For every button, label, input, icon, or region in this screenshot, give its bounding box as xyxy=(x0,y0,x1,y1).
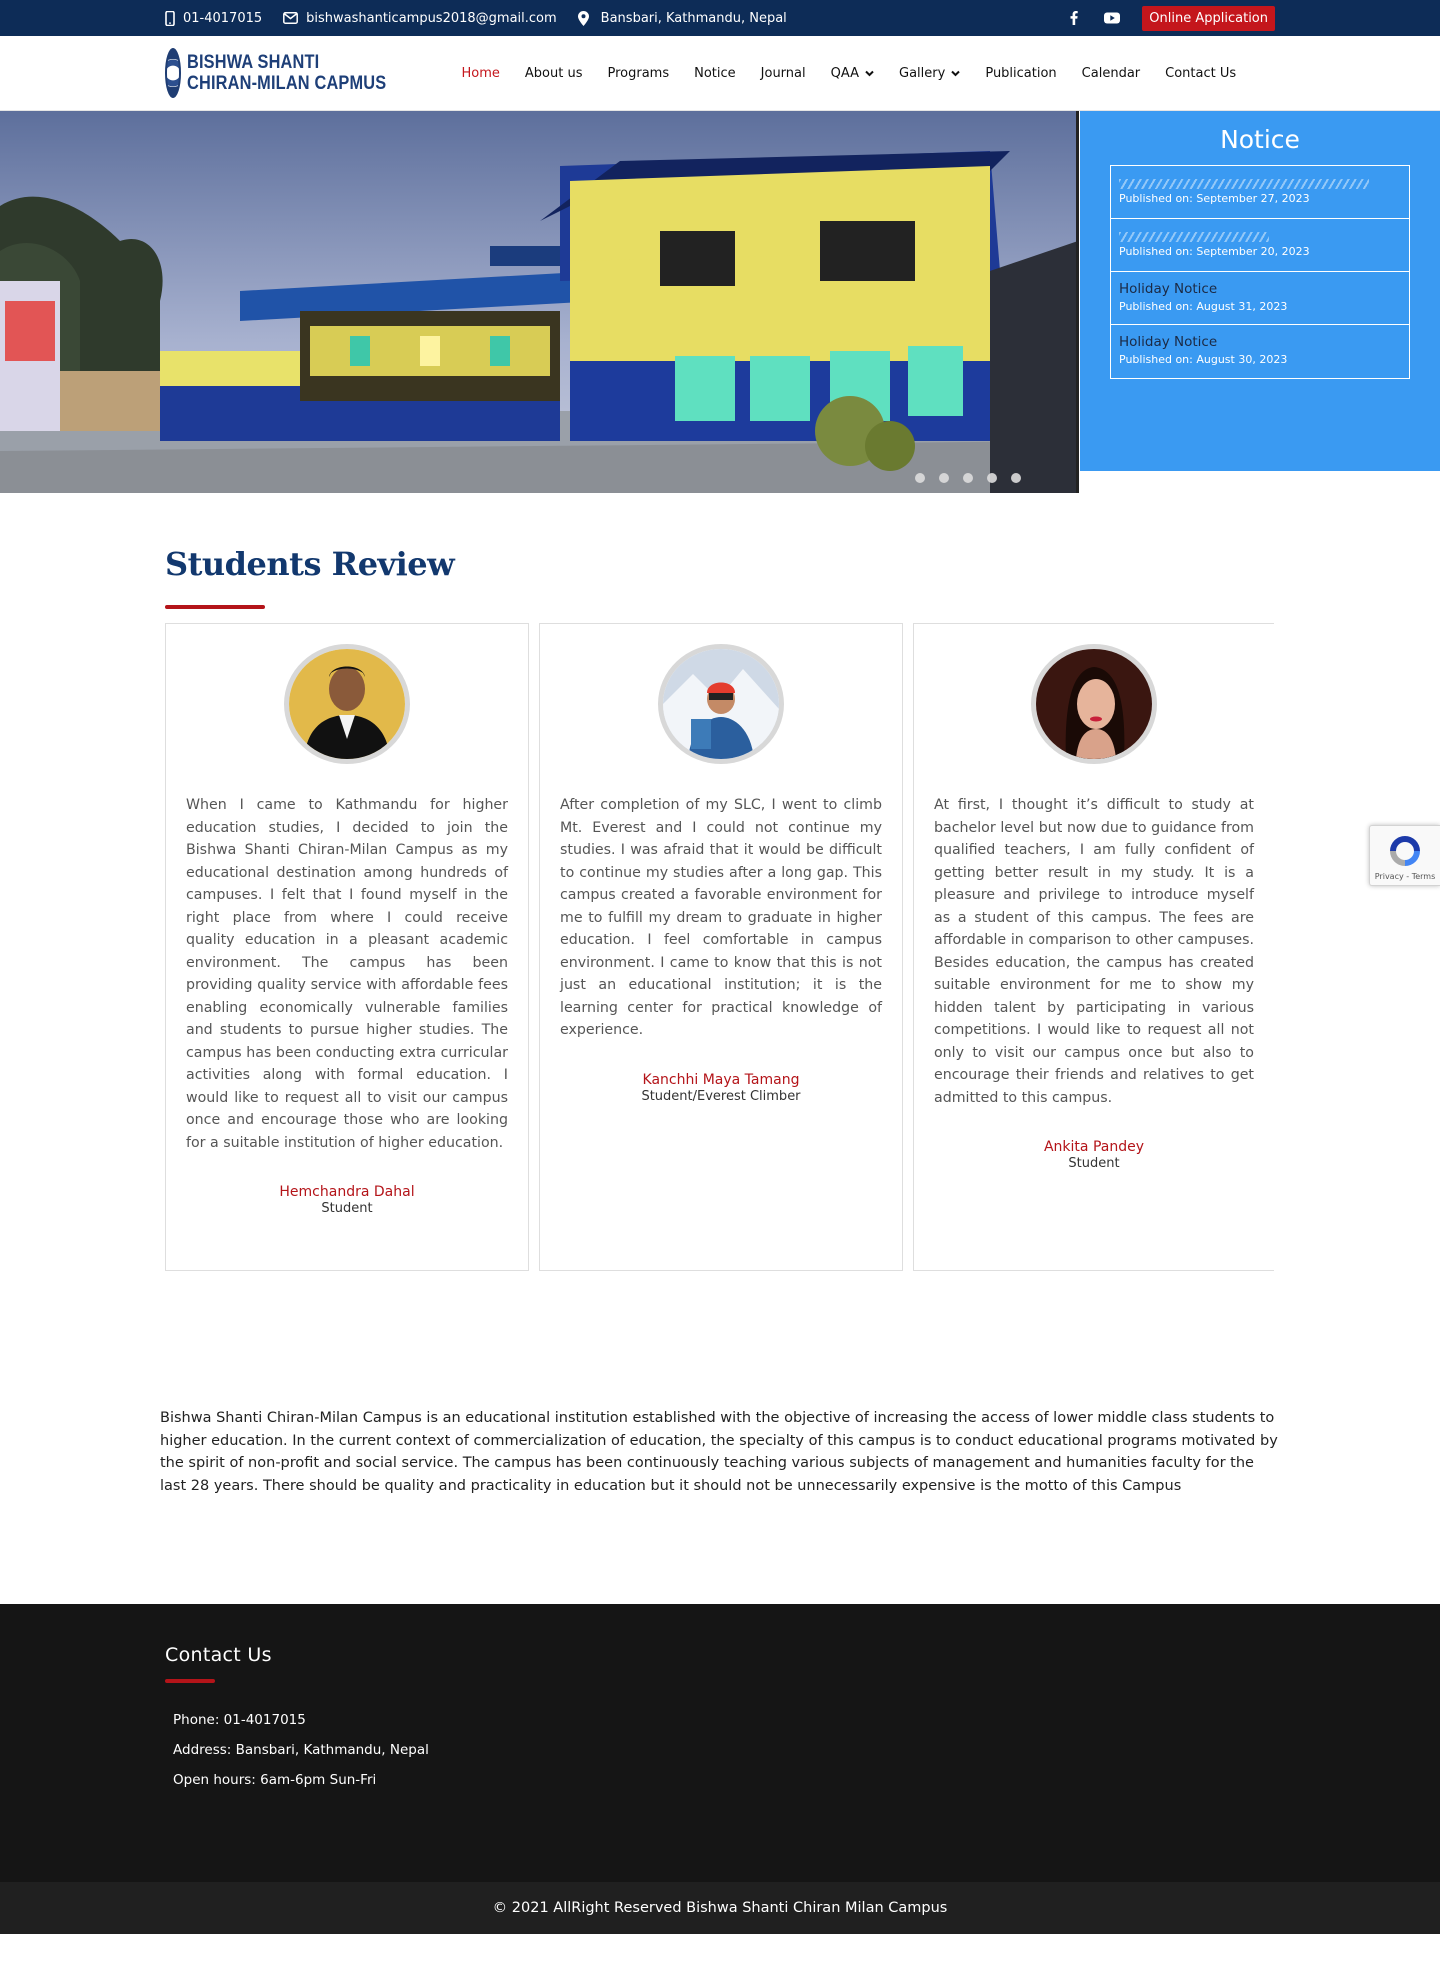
reviewer-role: Student xyxy=(321,1201,373,1216)
logo-line2: CHIRAN-MILAN CAPMUS xyxy=(187,73,387,94)
campus-building-photo xyxy=(0,111,1078,493)
envelope-icon xyxy=(283,12,299,24)
about-text: Bishwa Shanti Chiran-Milan Campus is an … xyxy=(160,1410,1278,1494)
footer-heading: Contact Us xyxy=(165,1644,272,1666)
campus-seal-icon xyxy=(165,48,182,98)
slider-dot[interactable] xyxy=(1011,473,1021,483)
notice-date: Published on: August 31, 2023 xyxy=(1119,300,1288,313)
footer-address: Address: Bansbari, Kathmandu, Nepal xyxy=(173,1742,429,1758)
top-contacts: 01-4017015 bishwashanticampus2018@gmail.… xyxy=(165,10,787,26)
footer-contact-info: Phone: 01-4017015 Address: Bansbari, Kat… xyxy=(165,1705,1275,1795)
slider-dot[interactable] xyxy=(963,473,973,483)
footer-heading-underline xyxy=(165,1679,215,1683)
map-marker-icon xyxy=(577,10,589,26)
nav-qaa[interactable]: QAA xyxy=(818,66,886,81)
notice-item[interactable]: Holiday Notice Published on: August 30, … xyxy=(1111,325,1409,378)
main-header: BISHWA SHANTI CHIRAN-MILAN CAPMUS Home A… xyxy=(0,36,1440,111)
review-card: At first, I thought it’s difficult to st… xyxy=(913,623,1274,1271)
facebook-icon[interactable] xyxy=(1060,4,1088,32)
recaptcha-icon xyxy=(1386,832,1424,870)
nav-gallery[interactable]: Gallery xyxy=(887,66,973,81)
logo-text: BISHWA SHANTI CHIRAN-MILAN CAPMUS xyxy=(187,52,386,94)
top-email[interactable]: bishwashanticampus2018@gmail.com xyxy=(283,11,557,26)
top-email-text: bishwashanticampus2018@gmail.com xyxy=(306,10,557,26)
review-text: After completion of my SLC, I went to cl… xyxy=(560,797,882,1038)
footer-hours: Open hours: 6am-6pm Sun-Fri xyxy=(173,1772,377,1788)
review-card: After completion of my SLC, I went to cl… xyxy=(539,623,903,1271)
review-cards: When I came to Kathmandu for higher educ… xyxy=(165,623,1275,1271)
nav-gallery-label: Gallery xyxy=(899,65,946,81)
nav-notice[interactable]: Notice xyxy=(682,66,749,81)
notice-list: Published on: September 27, 2023 Publish… xyxy=(1110,165,1410,379)
top-address-text: Bansbari, Kathmandu, Nepal xyxy=(600,10,787,26)
top-address: Bansbari, Kathmandu, Nepal xyxy=(577,10,787,26)
review-card: When I came to Kathmandu for higher educ… xyxy=(165,623,529,1271)
top-phone-text: 01-4017015 xyxy=(183,10,263,26)
reviewer-role: Student/Everest Climber xyxy=(641,1088,801,1104)
online-application-button[interactable]: Online Application xyxy=(1142,5,1275,31)
slider-dots xyxy=(915,473,1021,483)
reviewer-role: Student xyxy=(1068,1156,1120,1171)
copyright-bar: © 2021 AllRight Reserved Bishwa Shanti C… xyxy=(0,1882,1440,1934)
recaptcha-badge[interactable]: Privacy - Terms xyxy=(1369,825,1440,886)
hero-slider[interactable] xyxy=(0,111,1078,493)
section-heading: Students Review xyxy=(165,545,455,583)
notice-date: Published on: September 27, 2023 xyxy=(1119,192,1310,205)
hero-section: Notice Published on: September 27, 2023 … xyxy=(0,111,1440,493)
top-right: Online Application xyxy=(1060,4,1275,32)
notice-title: Holiday Notice xyxy=(1119,281,1218,297)
avatar xyxy=(1031,644,1157,764)
notice-title xyxy=(1119,232,1269,242)
notice-panel: Notice Published on: September 27, 2023 … xyxy=(1080,111,1440,471)
slider-dot[interactable] xyxy=(939,473,949,483)
youtube-icon[interactable] xyxy=(1098,4,1126,32)
students-review-section: Students Review When I came to Kathmandu… xyxy=(165,493,1275,1271)
site-logo[interactable]: BISHWA SHANTI CHIRAN-MILAN CAPMUS xyxy=(165,48,419,98)
heading-underline xyxy=(165,605,265,609)
recaptcha-links[interactable]: Privacy - Terms xyxy=(1370,872,1440,881)
notice-item[interactable]: Published on: September 27, 2023 xyxy=(1111,166,1409,219)
logo-line1: BISHWA SHANTI xyxy=(187,52,320,73)
nav-programs[interactable]: Programs xyxy=(595,66,682,81)
notice-item[interactable]: Holiday Notice Published on: August 31, … xyxy=(1111,272,1409,325)
avatar xyxy=(284,644,410,764)
notice-date: Published on: August 30, 2023 xyxy=(1119,353,1288,366)
nav-home[interactable]: Home xyxy=(449,66,512,81)
chevron-down-icon xyxy=(951,70,961,76)
nav-contact[interactable]: Contact Us xyxy=(1153,66,1249,81)
nav-qaa-label: QAA xyxy=(830,65,860,81)
slider-dot[interactable] xyxy=(987,473,997,483)
top-phone[interactable]: 01-4017015 xyxy=(165,10,263,26)
hero-divider xyxy=(1076,111,1079,493)
notice-date: Published on: September 20, 2023 xyxy=(1119,245,1310,258)
main-nav: Home About us Programs Notice Journal QA… xyxy=(449,66,1249,81)
reviewer-name[interactable]: Ankita Pandey xyxy=(934,1139,1254,1155)
nav-journal[interactable]: Journal xyxy=(748,66,818,81)
nav-publication[interactable]: Publication xyxy=(973,66,1069,81)
reviewer-name[interactable]: Hemchandra Dahal xyxy=(186,1184,508,1200)
notice-title xyxy=(1119,179,1369,189)
footer: Contact Us Phone: 01-4017015 Address: Ba… xyxy=(0,1604,1440,1882)
slider-dot[interactable] xyxy=(915,473,925,483)
footer-phone: Phone: 01-4017015 xyxy=(173,1712,306,1728)
nav-calendar[interactable]: Calendar xyxy=(1069,66,1152,81)
copyright-text: © 2021 AllRight Reserved Bishwa Shanti C… xyxy=(492,1900,948,1916)
notice-panel-title: Notice xyxy=(1220,125,1300,154)
review-text: At first, I thought it’s difficult to st… xyxy=(934,797,1254,1106)
top-bar: 01-4017015 bishwashanticampus2018@gmail.… xyxy=(0,0,1440,36)
notice-title: Holiday Notice xyxy=(1119,334,1218,350)
phone-icon xyxy=(165,10,175,26)
reviewer-name[interactable]: Kanchhi Maya Tamang xyxy=(560,1072,882,1088)
chevron-down-icon xyxy=(865,70,874,76)
about-section: Bishwa Shanti Chiran-Milan Campus is an … xyxy=(160,1407,1278,1497)
review-text: When I came to Kathmandu for higher educ… xyxy=(186,797,508,1151)
nav-about[interactable]: About us xyxy=(512,66,595,81)
notice-item[interactable]: Published on: September 20, 2023 xyxy=(1111,219,1409,272)
avatar xyxy=(658,644,784,764)
